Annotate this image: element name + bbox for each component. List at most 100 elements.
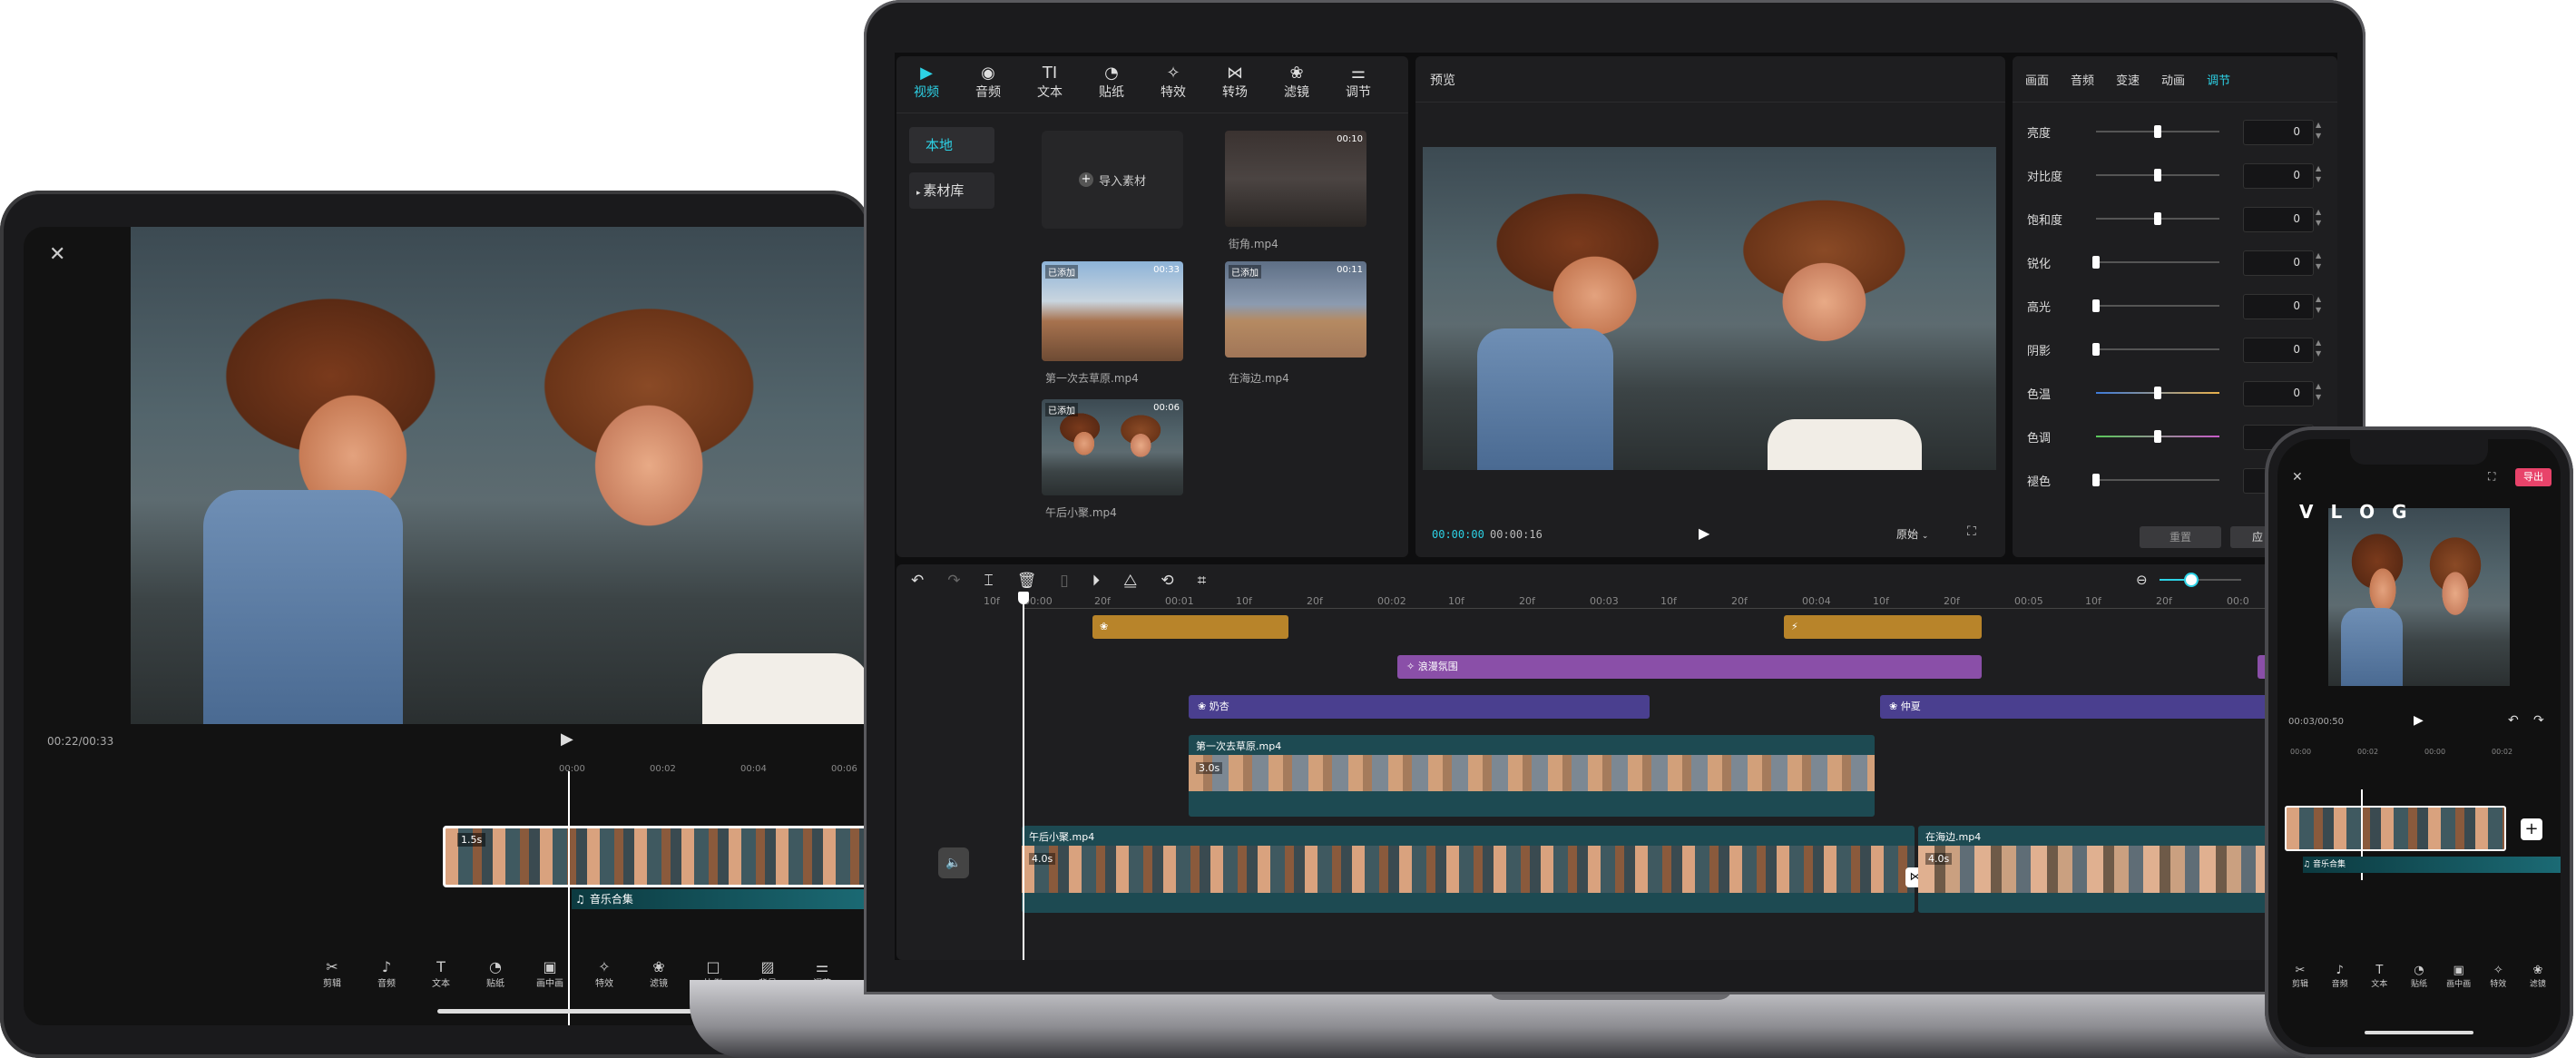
toolbar-cut[interactable]: ✂ 剪辑 — [2283, 964, 2317, 989]
sticker-clip[interactable]: ⚡ — [1784, 615, 1982, 639]
zoom-out-icon[interactable]: ⊖ — [2136, 572, 2148, 588]
source-nav-library[interactable]: ▸ 素材库 — [909, 172, 994, 209]
tab-transition[interactable]: ⋈ 转场 — [1214, 64, 1256, 101]
param-slider[interactable] — [2096, 261, 2219, 263]
chevron-down-icon: ⌄ — [1921, 532, 1929, 541]
undo-icon[interactable]: ↶ — [2508, 713, 2519, 728]
stepper-icon[interactable]: ▲▼ — [2316, 381, 2321, 403]
close-icon[interactable]: ✕ — [49, 243, 73, 267]
media-item[interactable]: 00:10 — [1225, 131, 1366, 227]
playhead[interactable] — [1023, 601, 1024, 960]
toolbar-filter[interactable]: ❀ 滤镜 — [641, 958, 677, 994]
play-icon[interactable]: ▶ — [2414, 713, 2424, 728]
param-slider-thumb[interactable] — [2092, 299, 2100, 312]
param-slider-thumb[interactable] — [2092, 343, 2100, 356]
param-slider-thumb[interactable] — [2154, 430, 2161, 443]
toolbar-pip[interactable]: ▣ 画中画 — [532, 958, 568, 994]
media-item[interactable]: 已添加 00:06 — [1042, 399, 1183, 495]
tab-audio[interactable]: 音频 — [2071, 71, 2094, 88]
ruler-tick: 00:06 — [831, 764, 857, 774]
rotate-icon[interactable]: ⟲ — [1161, 572, 1173, 590]
sticker-clip[interactable]: ❀ — [1092, 615, 1288, 639]
delete-icon[interactable]: 🗑 — [1017, 572, 1037, 590]
stepper-icon[interactable]: ▲▼ — [2316, 338, 2321, 359]
toolbar-effects[interactable]: ✧ 特效 — [586, 958, 622, 994]
param-value-field[interactable]: 0 — [2243, 250, 2314, 276]
reverse-icon[interactable]: ⏵ — [1092, 572, 1101, 590]
reset-button[interactable]: 重置 — [2140, 526, 2221, 548]
phone-video-clip[interactable] — [2285, 806, 2506, 851]
split-icon[interactable]: ⌶ — [984, 572, 994, 590]
import-media-button[interactable]: + 导入素材 — [1042, 131, 1183, 229]
param-slider-thumb[interactable] — [2154, 125, 2161, 138]
param-value-field[interactable]: 0 — [2243, 338, 2314, 363]
param-value-field[interactable]: 0 — [2243, 163, 2314, 189]
param-value-field[interactable]: 0 — [2243, 207, 2314, 232]
ratio-select[interactable]: 原始 ⌄ — [1896, 526, 1928, 542]
play-icon[interactable]: ▶ — [561, 730, 573, 749]
fullscreen-icon[interactable]: ⛶ — [2488, 470, 2495, 484]
source-nav-local[interactable]: 本地 — [909, 127, 994, 163]
mirror-icon[interactable]: ⧋ — [1123, 572, 1137, 590]
stepper-icon[interactable]: ▲▼ — [2316, 163, 2321, 185]
param-slider-thumb[interactable] — [2154, 387, 2161, 399]
stepper-icon[interactable]: ▲▼ — [2316, 120, 2321, 142]
close-icon[interactable]: ✕ — [2292, 470, 2303, 485]
param-slider-thumb[interactable] — [2154, 169, 2161, 181]
param-slider[interactable] — [2096, 305, 2219, 307]
param-slider-thumb[interactable] — [2154, 212, 2161, 225]
param-slider[interactable] — [2096, 479, 2219, 481]
mute-track-button[interactable]: 🔈 — [938, 847, 969, 878]
tab-filter[interactable]: ❀ 滤镜 — [1276, 64, 1317, 101]
stepper-icon[interactable]: ▲▼ — [2316, 207, 2321, 229]
media-item[interactable]: 已添加 00:11 — [1225, 261, 1366, 358]
toolbar-pip[interactable]: ▣ 画中画 — [2442, 964, 2476, 989]
tab-audio[interactable]: ◉ 音频 — [967, 64, 1009, 101]
export-button[interactable]: 导出 — [2515, 468, 2552, 486]
freeze-icon[interactable]: ▯ — [1060, 572, 1068, 590]
play-icon[interactable]: ▶ — [1699, 524, 1709, 542]
undo-icon[interactable]: ↶ — [911, 572, 924, 590]
tab-adjust[interactable]: 调节 — [2207, 71, 2230, 88]
toolbar-filter[interactable]: ❀ 滤镜 — [2521, 964, 2555, 989]
toolbar-audio[interactable]: ♪ 音频 — [2323, 964, 2357, 989]
fullscreen-icon[interactable]: ⛶ — [1967, 524, 1976, 539]
redo-icon[interactable]: ↷ — [2533, 713, 2544, 728]
main-video-clip[interactable]: 午后小聚.mp4 4.0s — [1022, 826, 1915, 913]
param-value-field[interactable]: 0 — [2243, 120, 2314, 145]
tablet-video-clip[interactable] — [443, 826, 871, 887]
toolbar-audio[interactable]: ♪ 音频 — [368, 958, 405, 994]
param-slider-thumb[interactable] — [2092, 256, 2100, 269]
tab-animation[interactable]: 动画 — [2161, 71, 2185, 88]
overlay-video-clip[interactable]: 第一次去草原.mp4 3.0s — [1189, 735, 1875, 817]
tab-canvas[interactable]: 画面 — [2025, 71, 2049, 88]
toolbar-text[interactable]: T 文本 — [2362, 964, 2396, 989]
toolbar-effects[interactable]: ✧ 特效 — [2481, 964, 2515, 989]
tab-speed[interactable]: 变速 — [2116, 71, 2140, 88]
toolbar-cut[interactable]: ✂ 剪辑 — [314, 958, 350, 994]
tab-text[interactable]: TI 文本 — [1029, 64, 1071, 101]
crop-icon[interactable]: ⌗ — [1198, 572, 1207, 590]
toolbar-text[interactable]: T 文本 — [423, 958, 459, 994]
filter-clip[interactable]: ❀ 奶杏 — [1189, 695, 1650, 719]
param-value-field[interactable]: 0 — [2243, 381, 2314, 407]
stepper-icon[interactable]: ▲▼ — [2316, 250, 2321, 272]
param-slider[interactable] — [2096, 348, 2219, 350]
toolbar-sticker[interactable]: ◔ 贴纸 — [477, 958, 514, 994]
media-item[interactable]: 已添加 00:33 — [1042, 261, 1183, 361]
preview-divider — [1415, 102, 2005, 103]
tab-sticker[interactable]: ◔ 贴纸 — [1091, 64, 1132, 101]
redo-icon[interactable]: ↷ — [947, 572, 960, 590]
param-value-field[interactable]: 0 — [2243, 294, 2314, 319]
add-clip-button[interactable]: + — [2521, 818, 2542, 840]
param-slider-thumb[interactable] — [2092, 474, 2100, 486]
tablet-audio-track[interactable]: ♫ 音乐合集 — [572, 889, 871, 909]
stepper-icon[interactable]: ▲▼ — [2316, 294, 2321, 316]
tab-adjust[interactable]: ⚌ 调节 — [1337, 64, 1379, 101]
tab-video[interactable]: ▶ 视频 — [906, 64, 947, 101]
tab-effects[interactable]: ✧ 特效 — [1152, 64, 1194, 101]
effect-clip[interactable]: ✧ 浪漫氛围 — [1397, 655, 1982, 679]
toolbar-sticker[interactable]: ◔ 贴纸 — [2402, 964, 2436, 989]
phone-audio-track[interactable]: ♫ 音乐合集 — [2303, 857, 2561, 873]
zoom-slider-thumb[interactable] — [2186, 574, 2197, 585]
